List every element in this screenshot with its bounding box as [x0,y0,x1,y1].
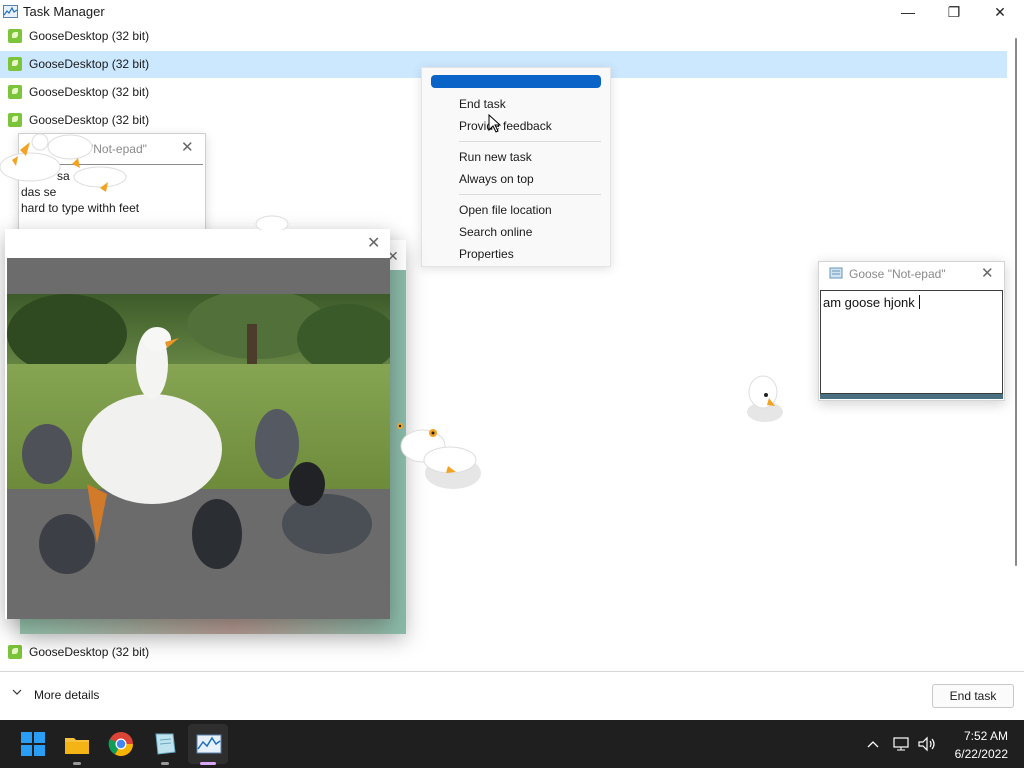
taskbar: 7:52 AM 6/22/2022 [0,720,1024,768]
process-name: GooseDesktop (32 bit) [29,645,150,659]
chrome-icon[interactable] [107,730,135,758]
process-name: GooseDesktop (32 bit) [29,29,150,43]
text-caret [919,295,920,309]
notepad-icon[interactable] [151,730,179,758]
title-bar: Task Manager — ❐ ✕ [0,0,1024,24]
file-explorer-icon[interactable] [63,730,91,758]
task-manager-icon [3,5,18,18]
menu-item-provide-feedback[interactable]: Provide feedback [459,119,552,133]
menu-item-always-on-top[interactable]: Always on top [459,172,534,186]
menu-item-properties[interactable]: Properties [459,247,514,261]
goose-app-icon [8,85,22,99]
menu-item-open-file-location[interactable]: Open file location [459,203,552,217]
scrollbar[interactable] [1015,38,1017,566]
window-title: Task Manager [23,4,105,19]
menu-separator [459,194,601,195]
chevron-up-icon[interactable] [866,737,880,751]
goose-meme-image [7,294,390,582]
close-icon[interactable]: ✕ [367,233,380,253]
start-icon[interactable] [19,730,47,758]
menu-item-run-new-task[interactable]: Run new task [459,150,532,164]
end-task-button[interactable]: End task [932,684,1014,708]
goose-app-icon [8,645,22,659]
menu-separator [459,141,601,142]
process-name: GooseDesktop (32 bit) [29,85,150,99]
menu-item-search-online[interactable]: Search online [459,225,532,239]
task-manager-icon[interactable] [195,730,223,758]
footer-bar [0,671,1024,721]
network-icon[interactable] [892,735,910,753]
menu-highlight [431,75,601,88]
notepad-icon [829,267,843,279]
menu-item-end-task[interactable]: End task [459,97,506,111]
goose-flock-icon [0,133,127,192]
notepad-window: Goose "Not-epad" ✕ am goose hjonk [818,261,1005,401]
volume-icon[interactable] [917,735,937,753]
notepad-text-area[interactable]: am goose hjonk [820,290,1003,394]
mouse-cursor-icon [488,114,502,133]
notepad-title: Goose "Not-epad" [849,267,946,281]
minimize-button[interactable]: — [885,0,931,24]
goose-app-icon [8,29,22,43]
goose-pair-icon [397,423,481,489]
close-button[interactable]: ✕ [977,0,1023,24]
more-details-link[interactable]: More details [34,688,99,702]
notepad-line: hard to type withh feet [21,201,140,215]
chevron-down-icon[interactable] [12,687,22,697]
meme-window: ✕ [5,229,390,619]
goose-icon [747,375,783,422]
notepad-text: am goose hjonk [823,295,915,310]
clock-time[interactable]: 7:52 AM [948,729,1008,743]
context-menu: End task Provide feedback Run new task A… [421,67,611,267]
close-icon[interactable]: ✕ [981,264,994,282]
goose-app-icon [8,57,22,71]
maximize-button[interactable]: ❐ [931,0,977,24]
goose-peek-icon [255,215,289,230]
process-row[interactable]: GooseDesktop (32 bit) [0,23,1007,50]
clock-date[interactable]: 6/22/2022 [942,747,1008,761]
close-icon[interactable]: ✕ [181,138,194,156]
process-row[interactable]: GooseDesktop (32 bit) [0,639,1007,666]
process-name: GooseDesktop (32 bit) [29,57,150,71]
